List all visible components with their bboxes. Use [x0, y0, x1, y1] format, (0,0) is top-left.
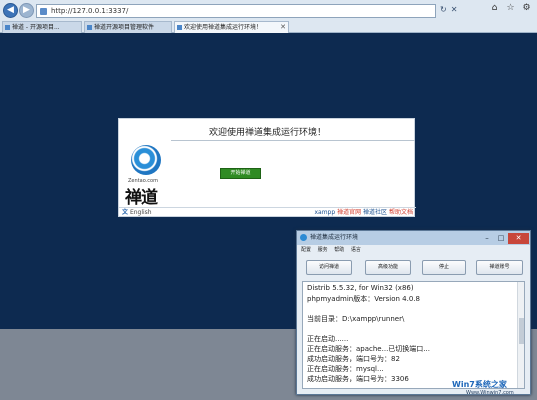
divider: [171, 140, 415, 141]
window-controls: – □ ✕: [480, 232, 529, 244]
tab-label: 欢迎使用禅道集成运行环境！: [184, 24, 263, 31]
start-zentao-button[interactable]: 开始禅道: [220, 168, 261, 179]
log-line: 正在启动服务：mysql...: [307, 365, 384, 373]
minimize-icon[interactable]: –: [480, 233, 494, 244]
menu-language[interactable]: 语言: [351, 247, 361, 253]
browser-chrome: ◀ ▶ http://127.0.0.1:3337/ ↻✕ ⌂ ☆ ⚙ 禅道 -…: [0, 0, 537, 33]
page-icon: [40, 8, 47, 15]
tab-3-active[interactable]: 欢迎使用禅道集成运行环境！ ✕: [174, 21, 289, 33]
log-line: phpmyadmin版本：Version 4.0.8: [307, 295, 420, 303]
favorites-star-icon[interactable]: ☆: [503, 2, 518, 15]
back-arrow-icon[interactable]: ◀: [3, 3, 18, 18]
zentao-account-button[interactable]: 禅道账号: [476, 260, 523, 275]
tab-favicon-icon: [177, 25, 182, 30]
maximize-icon[interactable]: □: [494, 233, 508, 244]
log-output: Distrib 5.5.32, for Win32 (x86) phpmyadm…: [302, 281, 525, 389]
tab-label: 禅道 - 开源项目...: [12, 24, 60, 31]
stop-button[interactable]: 停止: [422, 260, 466, 275]
log-line: 正在启动......: [307, 335, 349, 343]
log-line: 正在启动服务：apache...已切换端口...: [307, 345, 430, 353]
app-icon: [300, 234, 307, 241]
address-text: http://127.0.0.1:3337/: [51, 7, 129, 15]
tab-favicon-icon: [5, 25, 10, 30]
community-link[interactable]: 禅道社区: [363, 209, 387, 216]
zentao-swirl-icon: [131, 145, 161, 175]
xampp-link[interactable]: xampp: [314, 209, 335, 216]
settings-gear-icon[interactable]: ⚙: [519, 2, 534, 15]
log-line: Distrib 5.5.32, for Win32 (x86): [307, 284, 414, 292]
help-doc-link[interactable]: 帮助文档: [389, 209, 413, 216]
close-icon[interactable]: ✕: [508, 233, 529, 244]
scroll-thumb[interactable]: [519, 318, 524, 344]
tab-label: 禅道开源项目管理软件: [94, 24, 155, 31]
tab-favicon-icon: [87, 25, 92, 30]
address-bar[interactable]: http://127.0.0.1:3337/: [36, 4, 436, 18]
access-zentao-button[interactable]: 访问禅道: [306, 260, 352, 275]
language-icon: 文: [122, 209, 129, 216]
log-scrollbar[interactable]: [517, 282, 524, 388]
watermark-url: Www.Winwin7.com: [466, 390, 514, 396]
tab-2[interactable]: 禅道开源项目管理软件: [84, 21, 172, 33]
language-switch[interactable]: 文 English: [122, 208, 152, 218]
screen: ◀ ▶ http://127.0.0.1:3337/ ↻✕ ⌂ ☆ ⚙ 禅道 -…: [0, 0, 537, 400]
log-line: 成功启动服务，端口号为：82: [307, 355, 400, 363]
zentao-logo: Zentao.com 禅道: [119, 141, 171, 208]
welcome-panel: 欢迎使用禅道集成运行环境！ Zentao.com 禅道 开始禅道 文 Engli…: [118, 118, 416, 218]
official-site-link[interactable]: 禅道官网: [337, 209, 361, 216]
panel-footer: 文 English xampp 禅道官网 禅道社区 帮助文档: [119, 207, 416, 218]
tab-1[interactable]: 禅道 - 开源项目...: [2, 21, 82, 33]
menu-service[interactable]: 服务: [318, 247, 328, 253]
runner-dialog: 禅道集成运行环境 – □ ✕ 配置 服务 帮助 语言 访问禅道 高级功能 停止 禅道…: [296, 230, 531, 395]
welcome-title: 欢迎使用禅道集成运行环境！: [208, 128, 326, 138]
language-label: English: [129, 209, 152, 216]
log-line: 当前目录：D:\xampp\runner\: [307, 315, 405, 323]
home-icon[interactable]: ⌂: [487, 2, 502, 15]
dialog-titlebar[interactable]: 禅道集成运行环境 – □ ✕: [297, 231, 530, 245]
footer-links: xampp 禅道官网 禅道社区 帮助文档: [314, 208, 413, 218]
advanced-button[interactable]: 高级功能: [365, 260, 411, 275]
menu-config[interactable]: 配置: [301, 247, 311, 253]
refresh-icon[interactable]: ↻✕: [440, 5, 461, 14]
dialog-menubar: 配置 服务 帮助 语言: [297, 245, 530, 255]
log-line: 成功启动服务，端口号为：3306: [307, 375, 409, 383]
logo-chinese-text: 禅道: [125, 188, 158, 208]
dialog-title: 禅道集成运行环境: [310, 234, 359, 241]
tab-strip: 禅道 - 开源项目... 禅道开源项目管理软件 欢迎使用禅道集成运行环境！ ✕: [0, 20, 537, 33]
forward-arrow-icon[interactable]: ▶: [19, 3, 34, 18]
menu-help[interactable]: 帮助: [334, 247, 344, 253]
tab-close-icon[interactable]: ✕: [280, 22, 286, 33]
watermark-brand: Win7系统之家: [452, 380, 507, 389]
